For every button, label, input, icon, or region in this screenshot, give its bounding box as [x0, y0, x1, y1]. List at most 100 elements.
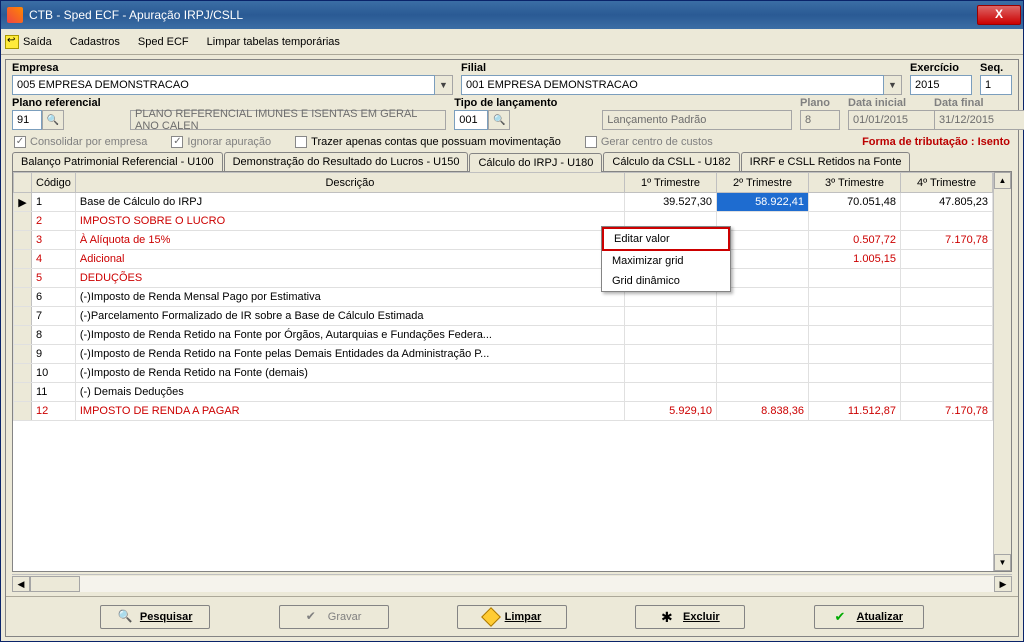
- table-row[interactable]: 11(-) Demais Deduções: [14, 383, 993, 402]
- tab-irrf-csll[interactable]: IRRF e CSLL Retidos na Fonte: [741, 152, 911, 171]
- horizontal-scrollbar[interactable]: ◀ ▶: [12, 574, 1012, 592]
- cell-trim4[interactable]: [901, 364, 993, 383]
- table-row[interactable]: 10(-)Imposto de Renda Retido na Fonte (d…: [14, 364, 993, 383]
- table-row[interactable]: 4Adicional 1.005,15: [14, 250, 993, 269]
- menu-sped-ecf[interactable]: Sped ECF: [138, 36, 189, 48]
- plano-ref-code[interactable]: [12, 110, 42, 130]
- cell-descricao[interactable]: Adicional: [75, 250, 624, 269]
- cell-descricao[interactable]: (-) Demais Deduções: [75, 383, 624, 402]
- atualizar-button[interactable]: Atualizar: [814, 605, 924, 629]
- scroll-track[interactable]: [80, 576, 994, 592]
- table-row[interactable]: ▶1Base de Cálculo do IRPJ39.527,3058.922…: [14, 193, 993, 212]
- tab-u100[interactable]: Balanço Patrimonial Referencial - U100: [12, 152, 223, 171]
- cell-trim1[interactable]: [625, 326, 717, 345]
- cell-trim4[interactable]: [901, 307, 993, 326]
- empresa-dropdown-arrow[interactable]: ▼: [435, 75, 453, 95]
- scroll-thumb[interactable]: [30, 576, 80, 592]
- filial-dropdown-arrow[interactable]: ▼: [884, 75, 902, 95]
- cell-descricao[interactable]: (-)Imposto de Renda Retido na Fonte (dem…: [75, 364, 624, 383]
- cell-codigo[interactable]: 7: [32, 307, 76, 326]
- col-trim1[interactable]: 1º Trimestre: [625, 173, 717, 193]
- tab-u182[interactable]: Cálculo da CSLL - U182: [603, 152, 739, 171]
- cell-trim3[interactable]: [809, 288, 901, 307]
- plano-ref-lookup-button[interactable]: 🔍: [42, 110, 64, 130]
- cell-trim4[interactable]: [901, 212, 993, 231]
- cell-trim3[interactable]: [809, 383, 901, 402]
- cell-trim3[interactable]: [809, 269, 901, 288]
- cell-trim1[interactable]: 5.929,10: [625, 402, 717, 421]
- cell-codigo[interactable]: 6: [32, 288, 76, 307]
- cell-trim4[interactable]: [901, 383, 993, 402]
- cell-codigo[interactable]: 9: [32, 345, 76, 364]
- cell-descricao[interactable]: À Alíquota de 15%: [75, 231, 624, 250]
- limpar-button[interactable]: Limpar: [457, 605, 567, 629]
- exercicio-input[interactable]: [910, 75, 972, 95]
- cell-codigo[interactable]: 4: [32, 250, 76, 269]
- table-row[interactable]: 7(-)Parcelamento Formalizado de IR sobre…: [14, 307, 993, 326]
- cell-trim1[interactable]: [625, 307, 717, 326]
- cell-trim3[interactable]: 1.005,15: [809, 250, 901, 269]
- cell-trim4[interactable]: 7.170,78: [901, 402, 993, 421]
- seq-input[interactable]: [980, 75, 1012, 95]
- cell-trim2[interactable]: [717, 307, 809, 326]
- cell-trim4[interactable]: [901, 250, 993, 269]
- cell-descricao[interactable]: IMPOSTO SOBRE O LUCRO: [75, 212, 624, 231]
- cell-trim2[interactable]: [717, 326, 809, 345]
- cell-trim2[interactable]: 58.922,41: [717, 193, 809, 212]
- menu-limpar-tabelas[interactable]: Limpar tabelas temporárias: [207, 36, 340, 48]
- cell-trim3[interactable]: 0.507,72: [809, 231, 901, 250]
- ctx-grid-dinamico[interactable]: Grid dinâmico: [602, 271, 730, 291]
- cell-trim4[interactable]: 47.805,23: [901, 193, 993, 212]
- cell-trim4[interactable]: [901, 269, 993, 288]
- cell-trim2[interactable]: [717, 364, 809, 383]
- cell-trim1[interactable]: [625, 345, 717, 364]
- filial-input[interactable]: [461, 75, 884, 95]
- menu-saida[interactable]: Saída: [5, 35, 52, 49]
- cell-descricao[interactable]: (-)Imposto de Renda Retido na Fonte por …: [75, 326, 624, 345]
- col-trim2[interactable]: 2º Trimestre: [717, 173, 809, 193]
- cell-codigo[interactable]: 8: [32, 326, 76, 345]
- col-trim4[interactable]: 4º Trimestre: [901, 173, 993, 193]
- col-codigo[interactable]: Código: [32, 173, 76, 193]
- cell-trim4[interactable]: [901, 288, 993, 307]
- cell-trim2[interactable]: [717, 345, 809, 364]
- cell-descricao[interactable]: IMPOSTO DE RENDA A PAGAR: [75, 402, 624, 421]
- cell-codigo[interactable]: 12: [32, 402, 76, 421]
- cell-codigo[interactable]: 1: [32, 193, 76, 212]
- cell-trim3[interactable]: [809, 364, 901, 383]
- cell-trim3[interactable]: 70.051,48: [809, 193, 901, 212]
- tipo-lanc-lookup-button[interactable]: 🔍: [488, 110, 510, 130]
- table-row[interactable]: 12IMPOSTO DE RENDA A PAGAR5.929,108.838,…: [14, 402, 993, 421]
- scroll-right-button[interactable]: ▶: [994, 576, 1012, 592]
- tab-u180[interactable]: Cálculo do IRPJ - U180: [469, 153, 602, 172]
- table-row[interactable]: 8(-)Imposto de Renda Retido na Fonte por…: [14, 326, 993, 345]
- cell-trim4[interactable]: 7.170,78: [901, 231, 993, 250]
- cell-descricao[interactable]: (-)Parcelamento Formalizado de IR sobre …: [75, 307, 624, 326]
- table-row[interactable]: 6(-)Imposto de Renda Mensal Pago por Est…: [14, 288, 993, 307]
- tipo-lanc-code[interactable]: [454, 110, 488, 130]
- cell-codigo[interactable]: 2: [32, 212, 76, 231]
- table-row[interactable]: 9(-)Imposto de Renda Retido na Fonte pel…: [14, 345, 993, 364]
- ctx-editar-valor[interactable]: Editar valor: [602, 227, 730, 251]
- data-grid[interactable]: Código Descrição 1º Trimestre 2º Trimest…: [12, 171, 1012, 572]
- cell-trim2[interactable]: [717, 383, 809, 402]
- cell-trim3[interactable]: [809, 345, 901, 364]
- cell-codigo[interactable]: 3: [32, 231, 76, 250]
- cell-trim3[interactable]: 11.512,87: [809, 402, 901, 421]
- scroll-up-button[interactable]: ▲: [994, 172, 1011, 189]
- excluir-button[interactable]: Excluir: [635, 605, 745, 629]
- cell-descricao[interactable]: (-)Imposto de Renda Mensal Pago por Esti…: [75, 288, 624, 307]
- cell-trim3[interactable]: [809, 326, 901, 345]
- table-row[interactable]: 3À Alíquota de 15%5.920.507,727.170,78: [14, 231, 993, 250]
- cell-trim4[interactable]: [901, 345, 993, 364]
- cell-trim3[interactable]: [809, 212, 901, 231]
- col-trim3[interactable]: 3º Trimestre: [809, 173, 901, 193]
- ctx-maximizar-grid[interactable]: Maximizar grid: [602, 251, 730, 271]
- tab-u150[interactable]: Demonstração do Resultado do Lucros - U1…: [224, 152, 469, 171]
- menu-cadastros[interactable]: Cadastros: [70, 36, 120, 48]
- col-descricao[interactable]: Descrição: [75, 173, 624, 193]
- scroll-left-button[interactable]: ◀: [12, 576, 30, 592]
- table-row[interactable]: 2IMPOSTO SOBRE O LUCRO: [14, 212, 993, 231]
- cell-codigo[interactable]: 11: [32, 383, 76, 402]
- cell-trim1[interactable]: [625, 364, 717, 383]
